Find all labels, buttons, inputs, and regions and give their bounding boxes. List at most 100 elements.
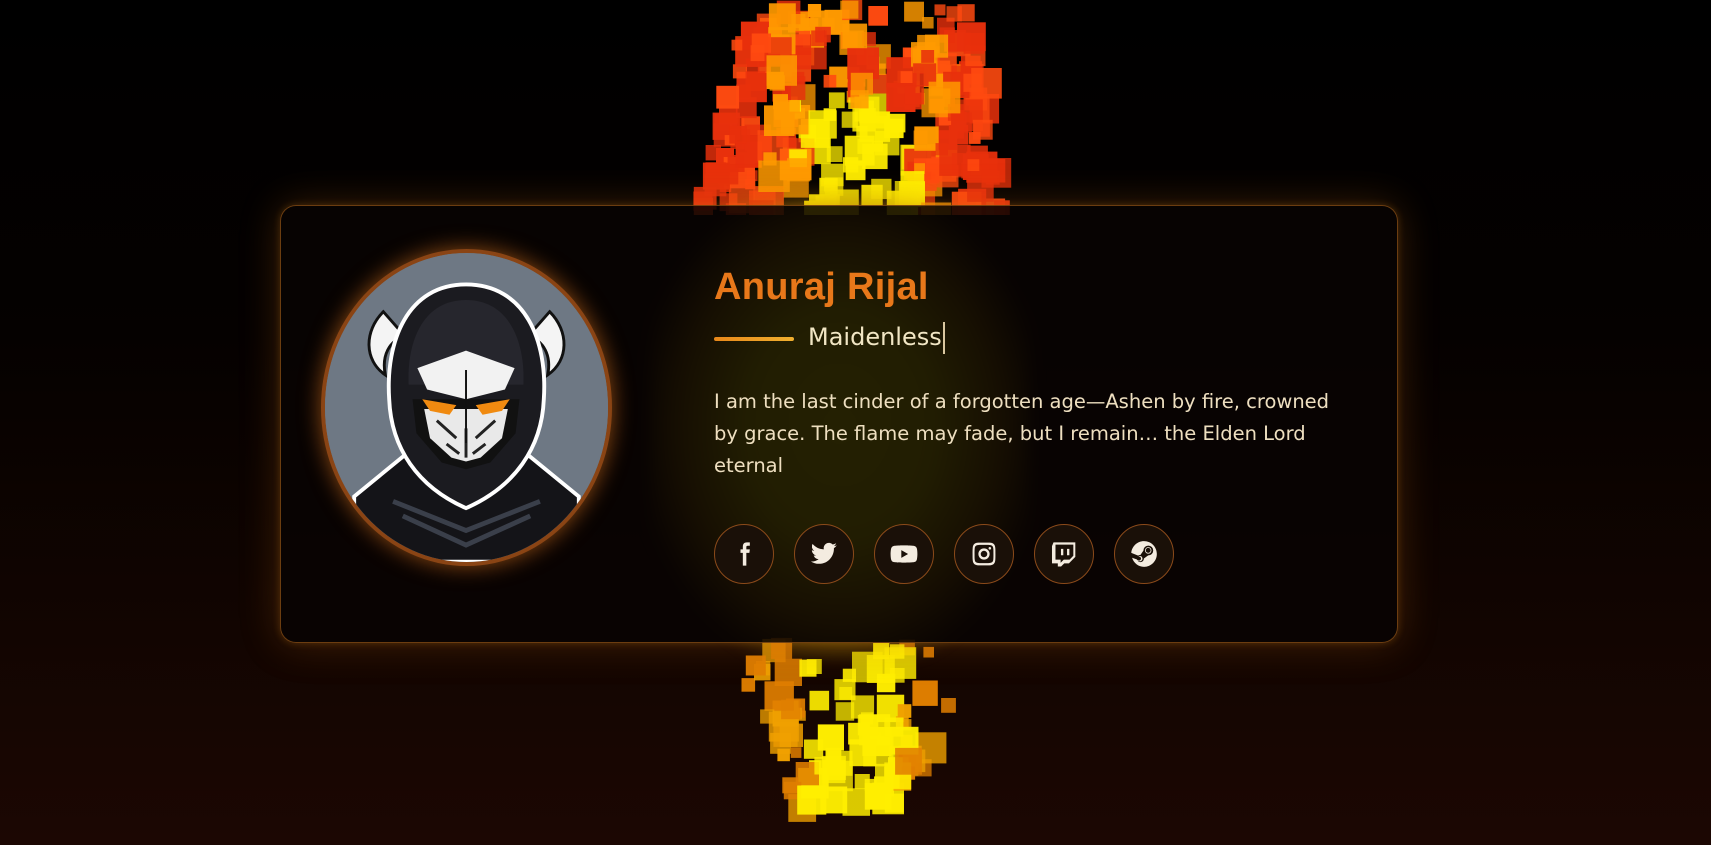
fire-particle [874,63,886,75]
fire-particle [931,81,946,95]
fire-particle [902,47,924,69]
fire-particle [934,81,947,94]
fire-particle [912,680,938,706]
fire-particle [948,125,969,145]
fire-particle [824,9,850,35]
fire-particle [904,85,924,105]
fire-particle [890,644,905,659]
profile-card: Anuraj Rijal Maidenless I am the last ci… [280,205,1398,643]
fire-particle [772,700,799,727]
fire-particle [886,113,906,133]
fire-particle [847,76,864,93]
fire-particle [745,655,766,676]
fire-particle [923,60,951,88]
fire-particle [914,158,940,184]
facebook-button[interactable] [714,524,774,584]
fire-particle [763,152,777,166]
fire-particle [842,23,868,49]
fire-particle [928,64,961,97]
fire-particle [963,96,990,123]
fire-particle [729,126,747,144]
fire-particle [959,61,983,85]
fire-particle [981,158,1012,188]
fire-particle [745,58,760,72]
fire-particle [716,85,740,109]
accent-divider [714,337,794,341]
fire-particle [809,690,830,711]
fire-particle [861,712,874,725]
fire-particle [897,70,920,94]
fire-particle [741,116,760,135]
twitter-button[interactable] [794,524,854,584]
fire-particle [780,105,811,135]
fire-particle [713,123,738,147]
fire-particle [850,90,869,109]
fire-particle [815,26,831,43]
fire-particle [782,777,799,794]
fire-particle [791,71,805,85]
fire-particle [798,124,816,143]
fire-particle [766,55,797,86]
fire-particle [798,767,829,799]
fire-particle [741,678,756,692]
fire-particle [866,44,891,69]
fire-particle [740,36,754,50]
fire-particle [941,698,956,713]
fire-particle [963,73,982,92]
fire-particle [919,173,943,197]
fire-particle [822,760,846,784]
fire-particle [842,788,870,816]
fire-particle [985,170,1000,185]
fire-particle [842,668,856,682]
fire-particle [854,96,880,122]
fire-particle [747,135,773,160]
fire-particle [893,80,920,107]
fire-particle [889,668,905,683]
fire-particle [803,26,825,48]
fire-particle [819,177,838,197]
youtube-button[interactable] [874,524,934,584]
fire-particle [900,719,912,731]
fire-particle [821,163,844,187]
fire-particle [935,143,948,156]
fire-particle [884,762,912,790]
fire-particle [852,108,876,132]
fire-particle [913,93,925,105]
fire-particle [947,32,971,57]
fire-particle [904,148,936,181]
fire-particle [803,30,817,43]
fire-particle [875,115,889,129]
instagram-button[interactable] [954,524,1014,584]
fire-particle [961,162,978,179]
fire-particle [867,73,887,94]
twitch-button[interactable] [1034,524,1094,584]
fire-particle [786,100,800,114]
fire-particle [918,60,932,74]
fire-particle [760,17,779,37]
fire-particle [736,71,767,103]
twitch-icon [1051,542,1076,567]
fire-particle [797,785,827,815]
fire-particle [716,148,735,167]
fire-particle [861,100,874,113]
fire-particle [757,59,771,73]
fire-particle [732,64,747,79]
fire-particle [899,181,925,208]
fire-particle [794,37,827,70]
fire-particle [963,33,985,54]
fire-particle [927,144,958,175]
fire-particle [942,94,955,107]
fire-particle [768,34,790,56]
fire-particle [969,94,1000,124]
steam-button[interactable] [1114,524,1174,584]
fire-particle [766,71,784,90]
fire-particle [968,131,981,144]
fire-particle [789,100,801,112]
fire-particle [890,726,919,755]
fire-particle [907,161,937,191]
fire-particle [822,760,853,792]
social-links [714,524,1174,584]
fire-particle [913,48,938,74]
fire-particle [746,150,760,164]
fire-particle [915,732,947,764]
